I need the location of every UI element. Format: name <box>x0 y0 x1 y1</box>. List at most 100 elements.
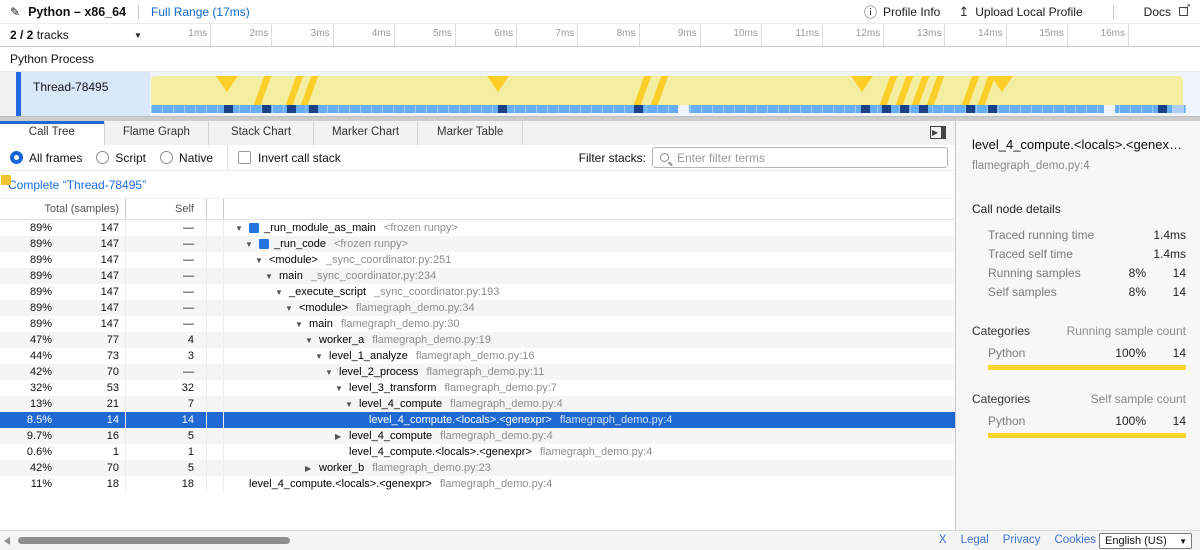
table-row[interactable]: 13%217▼level_4_computeflamegraph_demo.py… <box>0 396 955 412</box>
table-row[interactable]: 47%774▼worker_aflamegraph_demo.py:19 <box>0 332 955 348</box>
tree-cell: ▼<module>flamegraph_demo.py:34 <box>224 300 955 316</box>
stat-row: Traced running time 1.4ms <box>956 226 1200 245</box>
tab-marker-chart[interactable]: Marker Chart <box>314 121 419 145</box>
chevron-down-icon: ▼ <box>134 31 142 40</box>
edit-pencil-icon[interactable]: ✎ <box>10 5 20 19</box>
twisty-open-icon[interactable]: ▼ <box>315 352 329 361</box>
sample-segment-dark <box>1158 105 1167 113</box>
docs-link[interactable]: Docs ↗ <box>1144 5 1188 19</box>
total-percent: 89% <box>0 254 52 266</box>
twisty-open-icon[interactable]: ▼ <box>305 336 319 345</box>
radio-all-frames[interactable]: All frames <box>10 151 82 165</box>
twisty-open-icon[interactable]: ▼ <box>295 320 309 329</box>
category-name: Python <box>988 346 1104 360</box>
external-link-icon: ↗ <box>1179 7 1188 16</box>
twisty-open-icon[interactable]: ▼ <box>235 224 249 233</box>
stat-row: Self samples8%14 <box>956 283 1200 302</box>
search-icon <box>660 153 669 162</box>
footer-link-x[interactable]: X <box>939 534 947 546</box>
table-row[interactable]: 42%705▶worker_bflamegraph_demo.py:23 <box>0 460 955 476</box>
process-track-header[interactable]: Python Process <box>0 47 1200 72</box>
sample-bar <box>151 105 1186 113</box>
thread-track[interactable]: Thread-78495 <box>0 72 1200 116</box>
stat-row: Traced self time1.4ms <box>956 245 1200 264</box>
tree-cell: ▼_execute_script_sync_coordinator.py:193 <box>224 284 955 300</box>
table-row[interactable]: 89%147—▼<module>flamegraph_demo.py:34 <box>0 300 955 316</box>
icon-cell <box>207 460 224 476</box>
table-row[interactable]: 11%1818level_4_compute.<locals>.<genexpr… <box>0 476 955 492</box>
sidebar-toggle-icon[interactable]: ▶ <box>930 126 946 139</box>
upload-profile-button[interactable]: ↥ Upload Local Profile <box>958 4 1082 20</box>
table-row[interactable]: 89%147—▼_execute_script_sync_coordinator… <box>0 284 955 300</box>
icon-cell <box>207 476 224 492</box>
horizontal-scrollbar-thumb[interactable] <box>18 537 290 544</box>
icon-cell <box>207 412 224 428</box>
sample-segment-light <box>1172 105 1184 113</box>
timeline-ruler-row: 2 / 2 tracks ▼ 1ms2ms3ms4ms5ms6ms7ms8ms9… <box>0 24 1200 47</box>
checkbox-icon[interactable] <box>238 151 251 164</box>
divider <box>227 145 228 170</box>
tab-call-tree[interactable]: Call Tree <box>0 121 105 145</box>
total-percent: 89% <box>0 318 52 330</box>
self-cell: 5 <box>126 460 207 476</box>
radio-script[interactable]: Script <box>96 151 146 165</box>
tracks-dropdown[interactable]: 2 / 2 tracks ▼ <box>0 24 150 46</box>
table-row[interactable]: 42%70—▼level_2_processflamegraph_demo.py… <box>0 364 955 380</box>
scroll-left-arrow[interactable] <box>4 537 10 545</box>
column-self[interactable]: Self <box>126 199 207 219</box>
invert-call-stack-toggle[interactable]: Invert call stack <box>238 151 341 165</box>
total-count: 70 <box>52 462 125 474</box>
twisty-open-icon[interactable]: ▼ <box>285 304 299 313</box>
tab-flame-graph[interactable]: Flame Graph <box>105 121 210 145</box>
filter-input[interactable] <box>652 147 948 168</box>
language-select[interactable]: English (US) ▼ <box>1099 533 1192 549</box>
upload-label: Upload Local Profile <box>975 5 1082 19</box>
tab-marker-table[interactable]: Marker Table <box>418 121 523 145</box>
column-total[interactable]: Total (samples) <box>0 199 126 219</box>
table-row[interactable]: 89%147—▼<module>_sync_coordinator.py:251 <box>0 252 955 268</box>
thread-activity-graph[interactable] <box>150 72 1200 116</box>
table-row[interactable]: 89%147—▼_run_code<frozen runpy> <box>0 236 955 252</box>
stat-label: Traced running time <box>988 228 1104 243</box>
table-row[interactable]: 89%147—▼mainflamegraph_demo.py:30 <box>0 316 955 332</box>
footer-link-cookies[interactable]: Cookies <box>1054 534 1096 546</box>
table-row[interactable]: 89%147—▼_run_module_as_main<frozen runpy… <box>0 220 955 236</box>
twisty-closed-icon[interactable]: ▶ <box>335 432 349 441</box>
breadcrumb-link[interactable]: Complete “Thread-78495” <box>8 178 146 192</box>
stat-value: 1.4ms <box>1146 228 1186 243</box>
total-percent: 89% <box>0 270 52 282</box>
twisty-open-icon[interactable]: ▼ <box>245 240 259 249</box>
function-name: level_1_analyze <box>329 350 408 362</box>
total-cell: 44%73 <box>0 348 126 364</box>
table-row[interactable]: 89%147—▼main_sync_coordinator.py:234 <box>0 268 955 284</box>
self-cell: 7 <box>126 396 207 412</box>
table-row[interactable]: 9.7%165▶level_4_computeflamegraph_demo.p… <box>0 428 955 444</box>
table-row[interactable]: 44%733▼level_1_analyzeflamegraph_demo.py… <box>0 348 955 364</box>
twisty-open-icon[interactable]: ▼ <box>345 400 359 409</box>
sample-segment-dark <box>988 105 997 113</box>
twisty-open-icon[interactable]: ▼ <box>265 272 279 281</box>
twisty-closed-icon[interactable]: ▶ <box>305 464 319 473</box>
twisty-open-icon[interactable]: ▼ <box>325 368 339 377</box>
table-row[interactable]: 8.5%1414level_4_compute.<locals>.<genexp… <box>0 412 955 428</box>
footer-link-privacy[interactable]: Privacy <box>1003 534 1041 546</box>
table-row[interactable]: 0.6%11level_4_compute.<locals>.<genexpr>… <box>0 444 955 460</box>
tree-cell: level_4_compute.<locals>.<genexpr>flameg… <box>224 476 955 492</box>
jank-marker-icon <box>962 76 980 105</box>
twisty-open-icon[interactable]: ▼ <box>335 384 349 393</box>
ruler-tick: 12ms <box>823 24 884 46</box>
twisty-open-icon[interactable]: ▼ <box>255 256 269 265</box>
radio-native[interactable]: Native <box>160 151 213 165</box>
twisty-open-icon[interactable]: ▼ <box>275 288 289 297</box>
ruler-tick: 8ms <box>578 24 639 46</box>
profile-info-button[interactable]: ⓘ Profile Info <box>864 2 940 21</box>
thread-label[interactable]: Thread-78495 <box>21 72 150 116</box>
ruler-tick: 9ms <box>640 24 701 46</box>
footer-link-legal[interactable]: Legal <box>961 534 989 546</box>
full-range-link[interactable]: Full Range (17ms) <box>151 5 250 19</box>
stat-value: 1.4ms <box>1146 247 1186 262</box>
tab-stack-chart[interactable]: Stack Chart <box>209 121 314 145</box>
jank-marker-icon <box>851 76 873 92</box>
table-row[interactable]: 32%5332▼level_3_transformflamegraph_demo… <box>0 380 955 396</box>
icon-cell <box>207 364 224 380</box>
